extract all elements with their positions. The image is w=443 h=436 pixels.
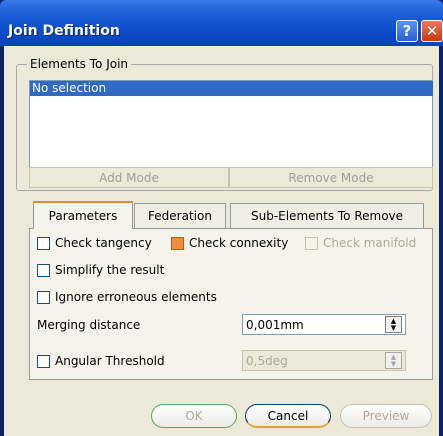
ignore-erroneous-label: Ignore erroneous elements xyxy=(55,290,217,304)
simplify-label: Simplify the result xyxy=(55,263,165,277)
merging-distance-spinner[interactable]: ▲ ▼ xyxy=(385,316,402,333)
dialog-window: Join Definition ? ✕ Elements To Join No … xyxy=(0,0,443,436)
ignore-erroneous-checkbox[interactable] xyxy=(37,290,50,304)
check-manifold-row: Check manifold xyxy=(305,236,416,250)
merging-distance-label: Merging distance xyxy=(37,318,141,332)
merging-distance-row: Merging distance xyxy=(37,318,140,332)
elements-to-join-legend: Elements To Join xyxy=(27,57,132,71)
spin-down-icon[interactable]: ▼ xyxy=(391,324,396,332)
angular-threshold-spinner: ▲ ▼ xyxy=(385,352,402,369)
spin-down-icon: ▼ xyxy=(390,359,397,368)
close-button[interactable]: ✕ xyxy=(421,20,443,42)
angular-threshold-input: 0,5deg xyxy=(242,350,406,371)
simplify-row[interactable]: Simplify the result xyxy=(37,263,164,277)
tab-federation[interactable]: Federation xyxy=(134,203,226,228)
title-bar[interactable]: Join Definition ? ✕ xyxy=(0,0,443,46)
remove-mode-button[interactable]: Remove Mode xyxy=(229,167,433,188)
angular-threshold-checkbox[interactable] xyxy=(37,354,50,368)
check-tangency-checkbox[interactable] xyxy=(37,236,50,250)
preview-button[interactable]: Preview xyxy=(340,404,432,428)
angular-threshold-row[interactable]: Angular Threshold xyxy=(37,354,165,368)
check-connexity-checkbox[interactable] xyxy=(171,236,184,250)
check-manifold-label: Check manifold xyxy=(323,236,417,250)
tab-sub-elements-to-remove[interactable]: Sub-Elements To Remove xyxy=(230,203,424,228)
check-tangency-label: Check tangency xyxy=(55,236,152,250)
ok-button[interactable]: OK xyxy=(151,404,237,428)
check-tangency-row[interactable]: Check tangency xyxy=(37,236,152,250)
add-mode-button[interactable]: Add Mode xyxy=(29,167,229,188)
merging-distance-input[interactable]: 0,001mm xyxy=(242,314,406,335)
ignore-erroneous-row[interactable]: Ignore erroneous elements xyxy=(37,290,217,304)
cancel-button[interactable]: Cancel xyxy=(245,404,331,428)
simplify-checkbox[interactable] xyxy=(37,263,50,277)
list-item[interactable]: No selection xyxy=(30,81,433,96)
elements-list[interactable]: No selection xyxy=(29,80,433,170)
check-manifold-checkbox xyxy=(305,236,318,250)
angular-threshold-label: Angular Threshold xyxy=(55,354,165,368)
dialog-title: Join Definition xyxy=(8,23,120,39)
help-button[interactable]: ? xyxy=(396,20,418,42)
tab-parameters[interactable]: Parameters xyxy=(33,201,133,229)
check-connexity-label: Check connexity xyxy=(189,236,289,250)
check-connexity-row[interactable]: Check connexity xyxy=(171,236,288,250)
